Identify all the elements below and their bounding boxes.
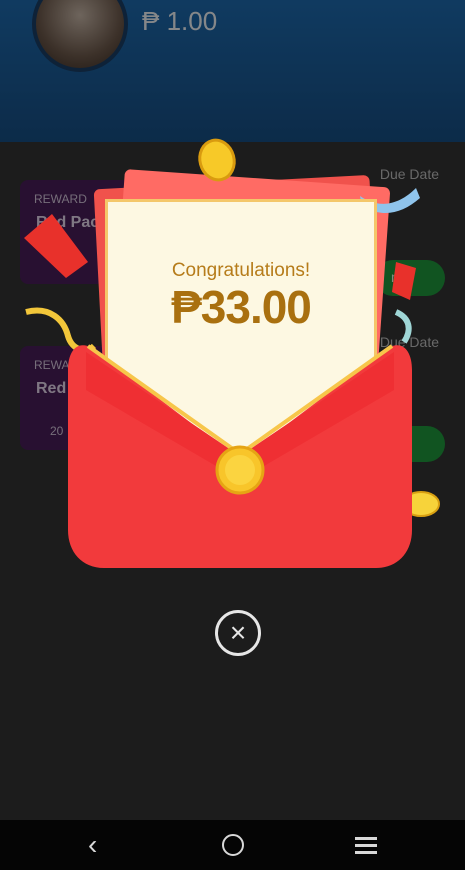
- ribbon-icon: [24, 214, 88, 278]
- ribbon-icon: [392, 262, 416, 300]
- close-icon: ×: [229, 617, 247, 648]
- congrats-text: Congratulations!: [171, 260, 311, 281]
- menu-lines-icon[interactable]: [355, 837, 377, 858]
- gold-coin-icon: [198, 138, 236, 182]
- close-button[interactable]: ×: [215, 610, 261, 656]
- system-nav-bar: ‹: [0, 820, 465, 870]
- home-circle-icon[interactable]: [222, 834, 244, 856]
- reward-amount: ₱33.00: [171, 281, 312, 333]
- back-chevron-icon[interactable]: ‹: [88, 830, 97, 860]
- red-envelope[interactable]: [68, 330, 412, 568]
